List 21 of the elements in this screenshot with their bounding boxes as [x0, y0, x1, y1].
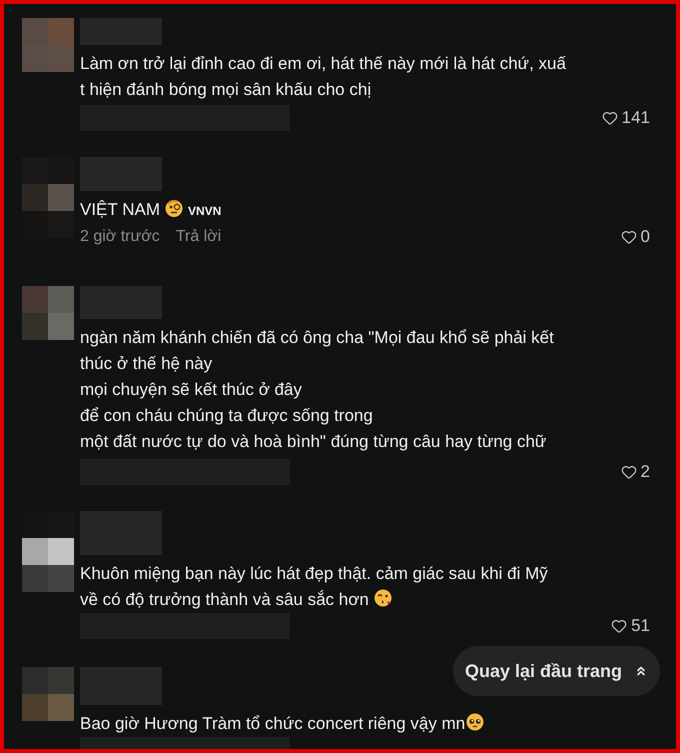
like-button[interactable]: 51 [611, 613, 650, 639]
comment-text: ngàn năm khánh chiến đã có ông cha "Mọi đau khổ sẽ phải kết thúc ở thế hệ này mọi chuyện sẽ kết thúc ở đây để con cháu chúng ta được sống trong một đất nước tự do và hoà bình" đúng từng câu hay từng chữ [80, 327, 555, 453]
double-chevron-up-icon [634, 664, 648, 678]
monocle-face-icon [164, 198, 184, 218]
comment-text: Làm ơn trở lại đỉnh cao đi em ơi, hát thế này mới là hát chứ, xuấ t hiện đánh bóng mọi sân khấu cho chị [80, 53, 567, 101]
heart-icon [620, 229, 637, 245]
comment-text: Khuôn miệng bạn này lúc hát đẹp thật. cảm giác sau khi đi Mỹ về có độ trưởng thành và sâu sắc hơn [80, 563, 549, 611]
like-button[interactable]: 2 [620, 459, 650, 485]
pleading-face-icon [465, 712, 486, 732]
heart-icon [602, 110, 618, 126]
heart-icon [611, 618, 628, 634]
like-button[interactable]: 141 [602, 105, 650, 131]
reply-link[interactable]: Trả lời [176, 225, 222, 249]
kissing-face-icon [372, 588, 393, 608]
avatar[interactable] [22, 511, 74, 592]
back-to-top-button[interactable]: Quay lại đầu trang [452, 646, 660, 696]
comment-text: Bao giờ Hương Tràm tổ chức concert riêng vậy mn [80, 711, 650, 737]
comment-time: 2 giờ trước [80, 227, 160, 247]
heart-icon [620, 464, 637, 480]
like-button[interactable]: 0 [620, 224, 650, 250]
comment-text: VIỆT NAM VNVN [80, 197, 222, 221]
